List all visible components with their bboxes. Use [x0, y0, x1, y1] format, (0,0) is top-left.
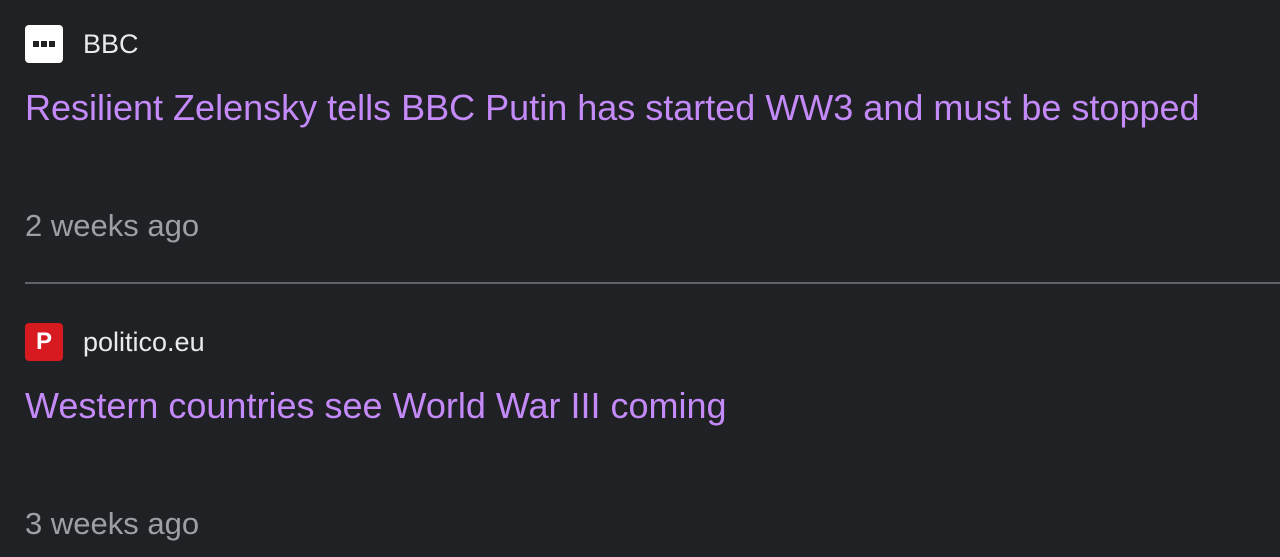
news-article[interactable]: P politico.eu Western countries see Worl… — [25, 323, 1280, 541]
source-name: politico.eu — [83, 327, 205, 357]
news-article[interactable]: BBC Resilient Zelensky tells BBC Putin h… — [25, 25, 1280, 243]
article-headline-link[interactable]: Western countries see World War III comi… — [25, 383, 1280, 429]
article-timestamp: 2 weeks ago — [25, 208, 200, 243]
article-timestamp: 3 weeks ago — [25, 506, 200, 541]
source-row: BBC — [25, 25, 1280, 63]
bbc-logo-icon — [25, 25, 63, 63]
divider — [25, 282, 1280, 284]
article-headline-link[interactable]: Resilient Zelensky tells BBC Putin has s… — [25, 85, 1280, 131]
news-feed: BBC Resilient Zelensky tells BBC Putin h… — [0, 0, 1280, 557]
source-name: BBC — [83, 29, 139, 59]
source-row: P politico.eu — [25, 323, 1280, 361]
politico-logo-icon: P — [25, 323, 63, 361]
